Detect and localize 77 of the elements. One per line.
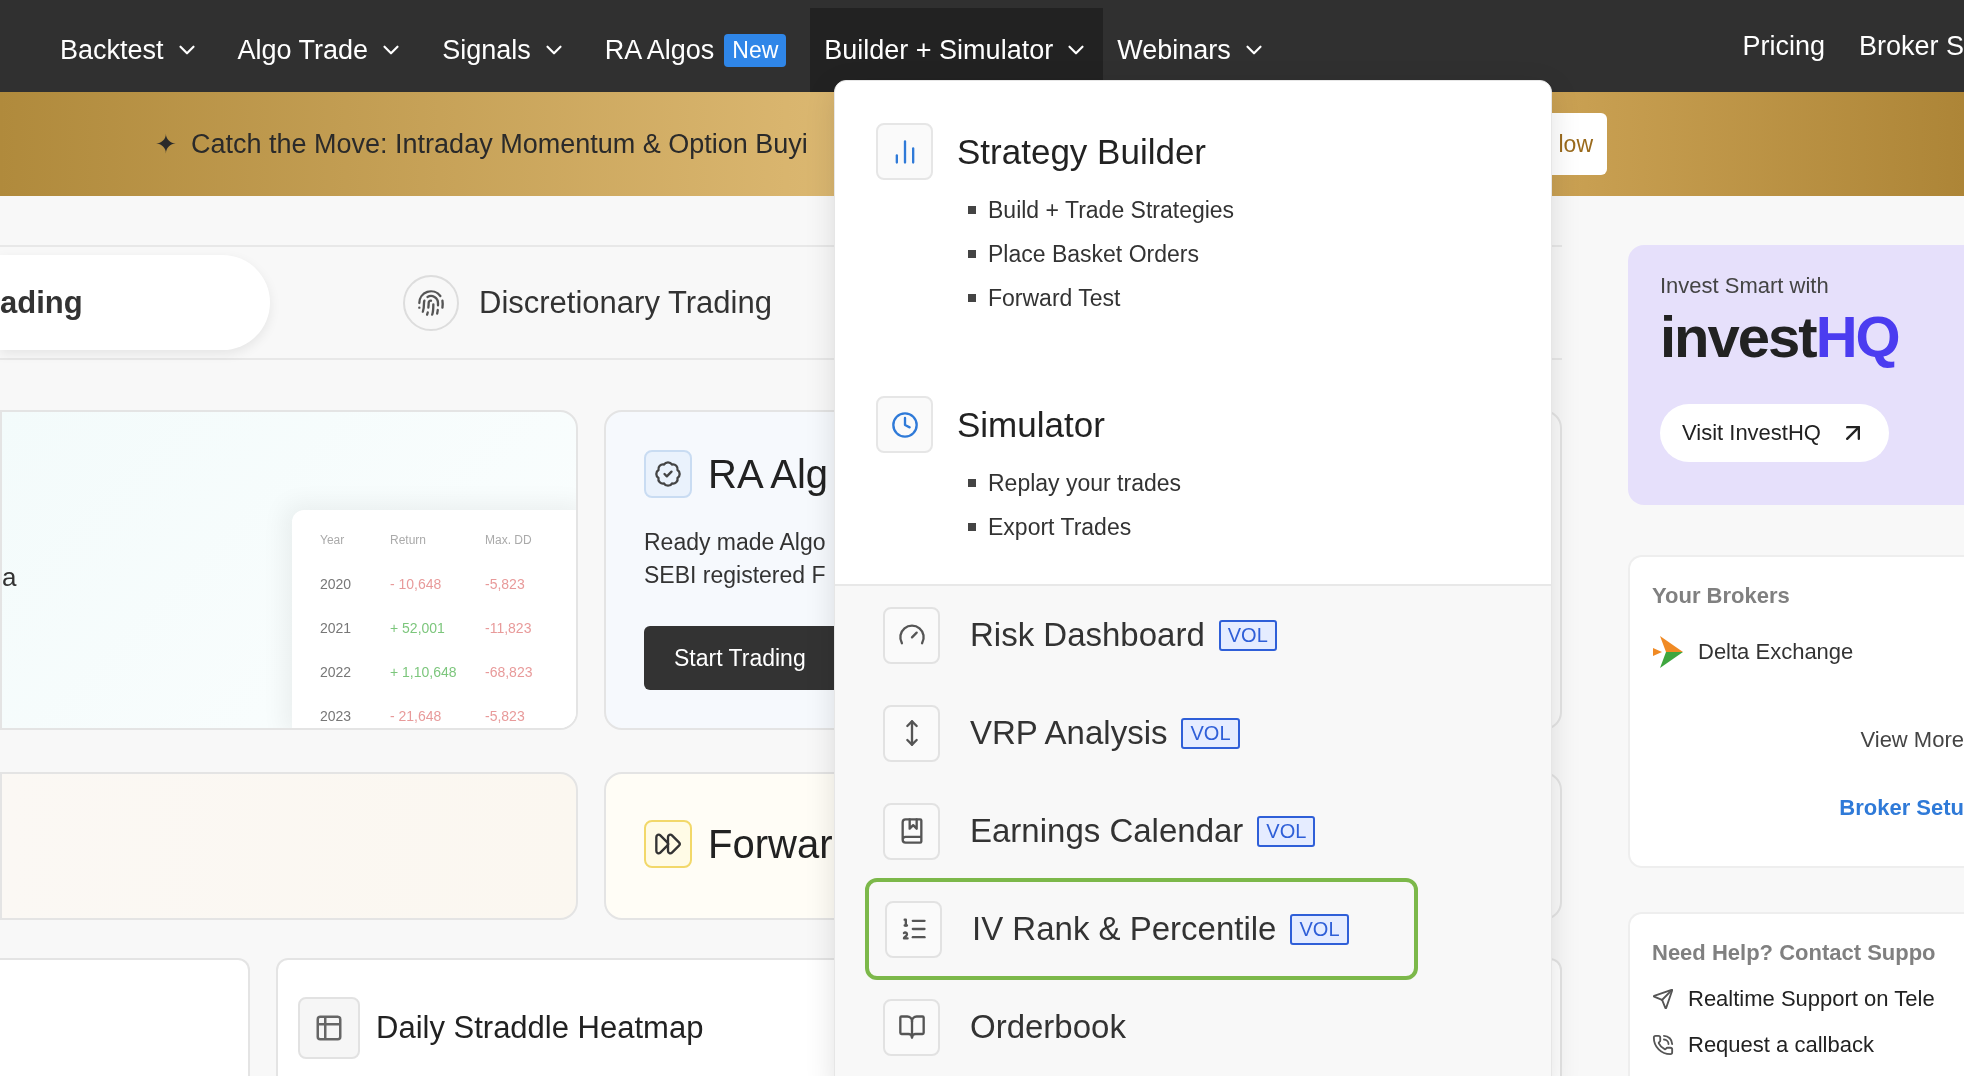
menu-item[interactable]: Risk Dashboard VOL bbox=[865, 596, 1418, 674]
nav-link[interactable]: Broker S bbox=[1858, 30, 1964, 62]
investhq-logo: investHQ bbox=[1660, 303, 1900, 370]
vertical-arrows-icon bbox=[883, 704, 940, 762]
card-title: Need Help? Contact Suppo bbox=[1652, 940, 1937, 966]
bar-chart-icon bbox=[876, 123, 933, 180]
menu-item-label: VRP Analysis bbox=[970, 714, 1168, 752]
table-cell-text: + 1,10,648 bbox=[390, 664, 458, 680]
fingerprint-icon bbox=[403, 274, 459, 331]
table-cell-text: -11,823 bbox=[485, 620, 533, 636]
table-cell-text: -5,823 bbox=[485, 576, 526, 592]
help-link[interactable]: Request a callback bbox=[1688, 1032, 1874, 1058]
card-text: a bbox=[2, 562, 17, 593]
visit-button[interactable]: Visit InvestHQ bbox=[1660, 404, 1889, 462]
table-cell-text: - 21,648 bbox=[390, 708, 443, 724]
nav-item[interactable]: Algo Trade bbox=[223, 8, 419, 92]
menu-item-label: Earnings Calendar bbox=[970, 812, 1244, 850]
vol-badge: VOL bbox=[1257, 815, 1316, 847]
numbered-list-icon bbox=[885, 900, 942, 958]
phone-icon bbox=[1652, 1034, 1674, 1056]
nav-item[interactable]: Signals bbox=[428, 8, 581, 92]
table-cell-text: 2022 bbox=[320, 664, 353, 680]
mode-tab[interactable]: Discretionary Trading bbox=[403, 255, 772, 350]
vol-badge: VOL bbox=[1181, 717, 1240, 749]
table-header: Return bbox=[390, 533, 428, 547]
menu-item[interactable]: Orderbook bbox=[865, 988, 1418, 1066]
broker-setup-link[interactable]: Broker Setu bbox=[1652, 795, 1964, 821]
menu-subitem[interactable]: Build + Trade Strategies bbox=[968, 188, 1551, 232]
banner-text: Catch the Move: Intraday Momentum & Option Buyi bbox=[191, 128, 808, 160]
sparkle-icon: ✦ bbox=[155, 128, 177, 160]
menu-subitem[interactable]: Place Basket Orders bbox=[968, 232, 1551, 276]
nav-item[interactable]: Backtest bbox=[46, 8, 214, 92]
card-title: Daily Straddle Heatmap bbox=[376, 1010, 704, 1046]
vol-badge: VOL bbox=[1290, 913, 1349, 945]
broker-name: Delta Exchange bbox=[1698, 639, 1854, 665]
menu-section-title[interactable]: Strategy Builder bbox=[957, 131, 1207, 172]
menu-item[interactable]: Earnings Calendar VOL bbox=[865, 792, 1418, 870]
view-more-link[interactable]: View More bbox=[1652, 727, 1964, 753]
table-cell-text: 2021 bbox=[320, 620, 353, 636]
nav-item[interactable]: RA Algos New bbox=[590, 8, 801, 92]
menu-item-label: Risk Dashboard bbox=[970, 616, 1205, 654]
menu-item[interactable]: VRP Analysis VOL bbox=[865, 694, 1418, 772]
nav-link[interactable]: Pricing bbox=[1742, 30, 1825, 62]
fast-forward-icon bbox=[644, 820, 692, 868]
menu-section-title[interactable]: Simulator bbox=[957, 404, 1105, 445]
table-header: Max. DD bbox=[485, 533, 533, 547]
help-link[interactable]: Realtime Support on Tele bbox=[1688, 986, 1935, 1012]
table-cell-text: + 52,001 bbox=[390, 620, 446, 636]
open-book-icon bbox=[883, 998, 940, 1056]
broker-logo-icon bbox=[1652, 635, 1684, 669]
table-header: Year bbox=[320, 533, 346, 547]
card-title: RA Alg bbox=[708, 451, 829, 497]
mode-tab[interactable]: ading bbox=[0, 255, 270, 350]
send-icon bbox=[1652, 988, 1674, 1010]
clock-icon bbox=[876, 396, 933, 453]
nav-item[interactable]: Webinars bbox=[1103, 8, 1281, 92]
menu-subitem[interactable]: Export Trades bbox=[968, 505, 1551, 549]
badge-check-icon bbox=[644, 450, 692, 498]
gauge-icon bbox=[883, 606, 940, 664]
new-badge: New bbox=[724, 33, 787, 67]
table-cell-text: -5,823 bbox=[485, 708, 526, 724]
card-description: Ready made Algo SEBI registered F bbox=[644, 528, 826, 590]
table-cell-text: 2023 bbox=[320, 708, 353, 724]
menu-item-label: IV Rank & Percentile bbox=[972, 910, 1277, 948]
card-title: Your Brokers bbox=[1652, 583, 1791, 609]
menu-item-label: Orderbook bbox=[970, 1008, 1126, 1046]
table-cell-text: -68,823 bbox=[485, 664, 534, 680]
table-cell-text: - 10,648 bbox=[390, 576, 443, 592]
table-icon bbox=[298, 997, 360, 1059]
bookmark-book-icon bbox=[883, 802, 940, 860]
table-cell-text: 2020 bbox=[320, 576, 353, 592]
card-title: Forwar bbox=[708, 821, 833, 867]
menu-subitem[interactable]: Forward Test bbox=[968, 276, 1551, 320]
vol-badge: VOL bbox=[1218, 619, 1277, 651]
menu-subitem[interactable]: Replay your trades bbox=[968, 461, 1551, 505]
promo-eyebrow: Invest Smart with bbox=[1660, 273, 1830, 299]
menu-item[interactable]: IV Rank & Percentile VOL bbox=[865, 878, 1418, 980]
